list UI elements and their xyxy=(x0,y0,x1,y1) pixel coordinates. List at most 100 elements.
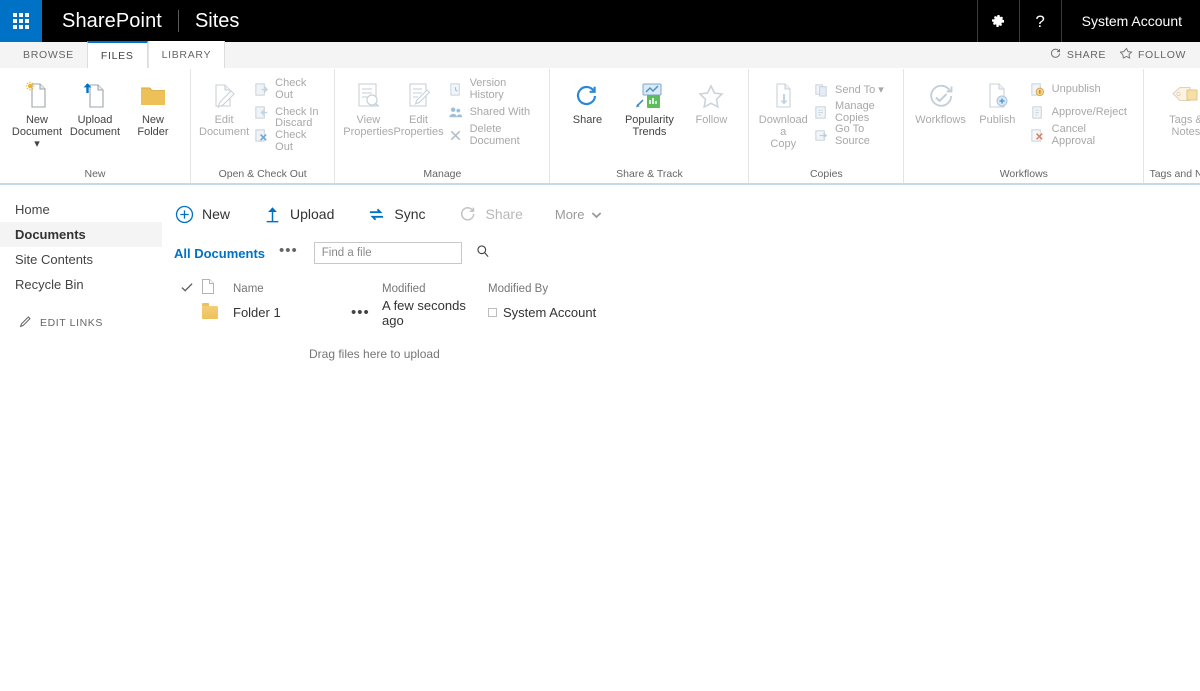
ribbon-go-to-source-button[interactable]: Go To Source xyxy=(813,123,895,147)
check-out-icon xyxy=(253,81,269,97)
more-menu-button[interactable]: More xyxy=(555,207,602,222)
ribbon-manage-copies-label: Manage Copies xyxy=(835,100,875,124)
row-menu-cell[interactable]: ••• xyxy=(351,305,382,320)
version-history-icon xyxy=(448,81,464,97)
search-box[interactable] xyxy=(313,242,489,264)
help-button[interactable]: ? xyxy=(1018,0,1061,42)
sidebar-item-site-contents[interactable]: Site Contents xyxy=(0,247,162,272)
edit-links-button[interactable]: EDIT LINKS xyxy=(0,315,162,331)
table-row[interactable]: Folder 1 ••• A few seconds ago System Ac… xyxy=(174,298,734,328)
view-selector-row: All Documents ••• xyxy=(174,241,1200,265)
follow-page-button[interactable]: FOLLOW xyxy=(1119,47,1186,63)
ribbon-tabs: BROWSE FILES LIBRARY xyxy=(0,41,226,68)
ribbon-group-new: New Document ▾ Upload Document New Folde… xyxy=(0,69,191,183)
upload-button[interactable]: Upload xyxy=(262,205,350,223)
ribbon-upload-document-label: Upload Document xyxy=(69,114,121,138)
file-list: Name Modified Modified By Folder 1 ••• A… xyxy=(174,278,734,361)
sync-button[interactable]: Sync xyxy=(366,206,441,223)
tab-files[interactable]: FILES xyxy=(86,41,148,68)
modified-column-header[interactable]: Modified xyxy=(382,283,488,295)
ribbon-unpublish-label: Unpublish xyxy=(1051,83,1101,95)
user-menu-button[interactable]: System Account xyxy=(1060,0,1200,42)
row-modified-by-cell: System Account xyxy=(488,305,734,320)
row-ellipsis-menu[interactable]: ••• xyxy=(351,305,370,320)
ribbon-group-open-check-out-label: Open & Check Out xyxy=(218,168,307,180)
tab-browse[interactable]: BROWSE xyxy=(10,41,87,68)
ribbon-approve-reject-label: Approve/Reject xyxy=(1051,106,1127,118)
ribbon-delete-document-label: Delete Document xyxy=(469,123,520,147)
ribbon-upload-document-button[interactable]: Upload Document xyxy=(66,75,124,138)
sidebar-item-documents[interactable]: Documents xyxy=(0,222,162,247)
edit-properties-icon xyxy=(404,77,434,111)
name-column-header[interactable]: Name xyxy=(233,283,351,295)
sharepoint-brand-link[interactable]: SharePoint xyxy=(42,0,162,42)
upload-arrow-icon xyxy=(262,205,282,223)
ribbon-follow-button[interactable]: Follow xyxy=(682,75,740,126)
ribbon-group-tags-notes: Tags & Notes Tags and Notes xyxy=(1144,69,1200,183)
share-button[interactable]: Share xyxy=(458,205,539,223)
ribbon-shared-with-button[interactable]: Shared With xyxy=(448,102,542,122)
upload-document-icon xyxy=(80,77,110,111)
modified-by-column-header[interactable]: Modified By xyxy=(488,283,734,295)
site-name-link[interactable]: Sites xyxy=(195,0,239,42)
row-name[interactable]: Folder 1 xyxy=(233,305,351,320)
search-magnifier-icon[interactable] xyxy=(476,244,490,263)
unpublish-icon xyxy=(1030,81,1046,97)
row-modified-by[interactable]: System Account xyxy=(503,305,596,320)
ribbon-approve-reject-button[interactable]: Approve/Reject xyxy=(1030,102,1136,122)
ribbon-new-document-button[interactable]: New Document ▾ xyxy=(8,75,66,150)
ribbon-check-out-button[interactable]: Check Out xyxy=(253,77,326,101)
ribbon-group-tags-notes-label: Tags and Notes xyxy=(1149,168,1200,180)
ribbon-new-document-label: New Document ▾ xyxy=(11,114,63,150)
download-copy-icon xyxy=(769,77,797,111)
ribbon-delete-document-button[interactable]: Delete Document xyxy=(448,123,542,147)
search-input[interactable] xyxy=(321,247,476,259)
star-icon xyxy=(1119,47,1133,63)
delete-document-icon xyxy=(448,127,464,143)
sidebar-item-home[interactable]: Home xyxy=(0,197,162,222)
view-properties-icon xyxy=(353,77,383,111)
ribbon-discard-check-out-label: Discard Check Out xyxy=(275,117,313,153)
ribbon-popularity-trends-button[interactable]: Popularity Trends xyxy=(616,75,682,138)
ribbon-edit-properties-button[interactable]: Edit Properties xyxy=(393,75,444,138)
ribbon-download-a-copy-label: Download a Copy xyxy=(758,114,808,150)
suite-bar: SharePoint Sites ? System Account xyxy=(0,0,1200,42)
ribbon-publish-button[interactable]: Publish xyxy=(969,75,1026,126)
send-to-icon xyxy=(813,81,829,97)
ribbon-share-label: Share xyxy=(572,114,603,126)
ribbon-send-to-button[interactable]: Send To ▾ xyxy=(813,79,895,99)
type-column-header[interactable] xyxy=(202,279,233,299)
view-options-ellipsis[interactable]: ••• xyxy=(279,243,298,261)
settings-button[interactable] xyxy=(976,0,1019,42)
ribbon-shared-with-label: Shared With xyxy=(469,106,531,118)
ribbon-cancel-approval-button[interactable]: Cancel Approval xyxy=(1030,123,1136,147)
ribbon-tags-and-notes-button[interactable]: Tags & Notes xyxy=(1157,75,1200,138)
new-button[interactable]: New xyxy=(174,205,246,224)
edit-links-label: EDIT LINKS xyxy=(40,317,103,329)
follow-star-icon xyxy=(697,77,725,111)
more-menu-label: More xyxy=(554,206,585,222)
sync-button-label: Sync xyxy=(394,206,426,222)
ribbon-view-properties-button[interactable]: View Properties xyxy=(343,75,393,138)
ribbon-discard-check-out-button[interactable]: Discard Check Out xyxy=(253,117,326,153)
share-page-button[interactable]: SHARE xyxy=(1049,47,1106,63)
app-launcher-button[interactable] xyxy=(0,0,42,42)
current-view-link[interactable]: All Documents xyxy=(174,246,265,261)
ribbon-version-history-label: Version History xyxy=(469,77,507,101)
select-all-header[interactable] xyxy=(174,280,202,298)
tags-notes-icon xyxy=(1171,77,1200,111)
sidebar-item-recycle-bin[interactable]: Recycle Bin xyxy=(0,272,162,297)
ribbon-share-button[interactable]: Share xyxy=(558,75,616,126)
tab-library[interactable]: LIBRARY xyxy=(147,41,226,68)
ribbon-edit-document-label: Edit Document xyxy=(199,114,250,138)
ribbon-workflows-button[interactable]: Workflows xyxy=(912,75,969,126)
go-to-source-icon xyxy=(813,127,829,143)
document-type-icon xyxy=(202,279,214,299)
ribbon-manage-copies-button[interactable]: Manage Copies xyxy=(813,100,895,124)
ribbon-popularity-trends-label: Popularity Trends xyxy=(624,114,674,138)
ribbon-edit-document-button[interactable]: Edit Document xyxy=(199,75,249,138)
ribbon-download-a-copy-button[interactable]: Download a Copy xyxy=(757,75,809,150)
ribbon-unpublish-button[interactable]: Unpublish xyxy=(1030,79,1136,99)
ribbon-new-folder-button[interactable]: New Folder xyxy=(124,75,182,138)
ribbon-version-history-button[interactable]: Version History xyxy=(448,77,542,101)
